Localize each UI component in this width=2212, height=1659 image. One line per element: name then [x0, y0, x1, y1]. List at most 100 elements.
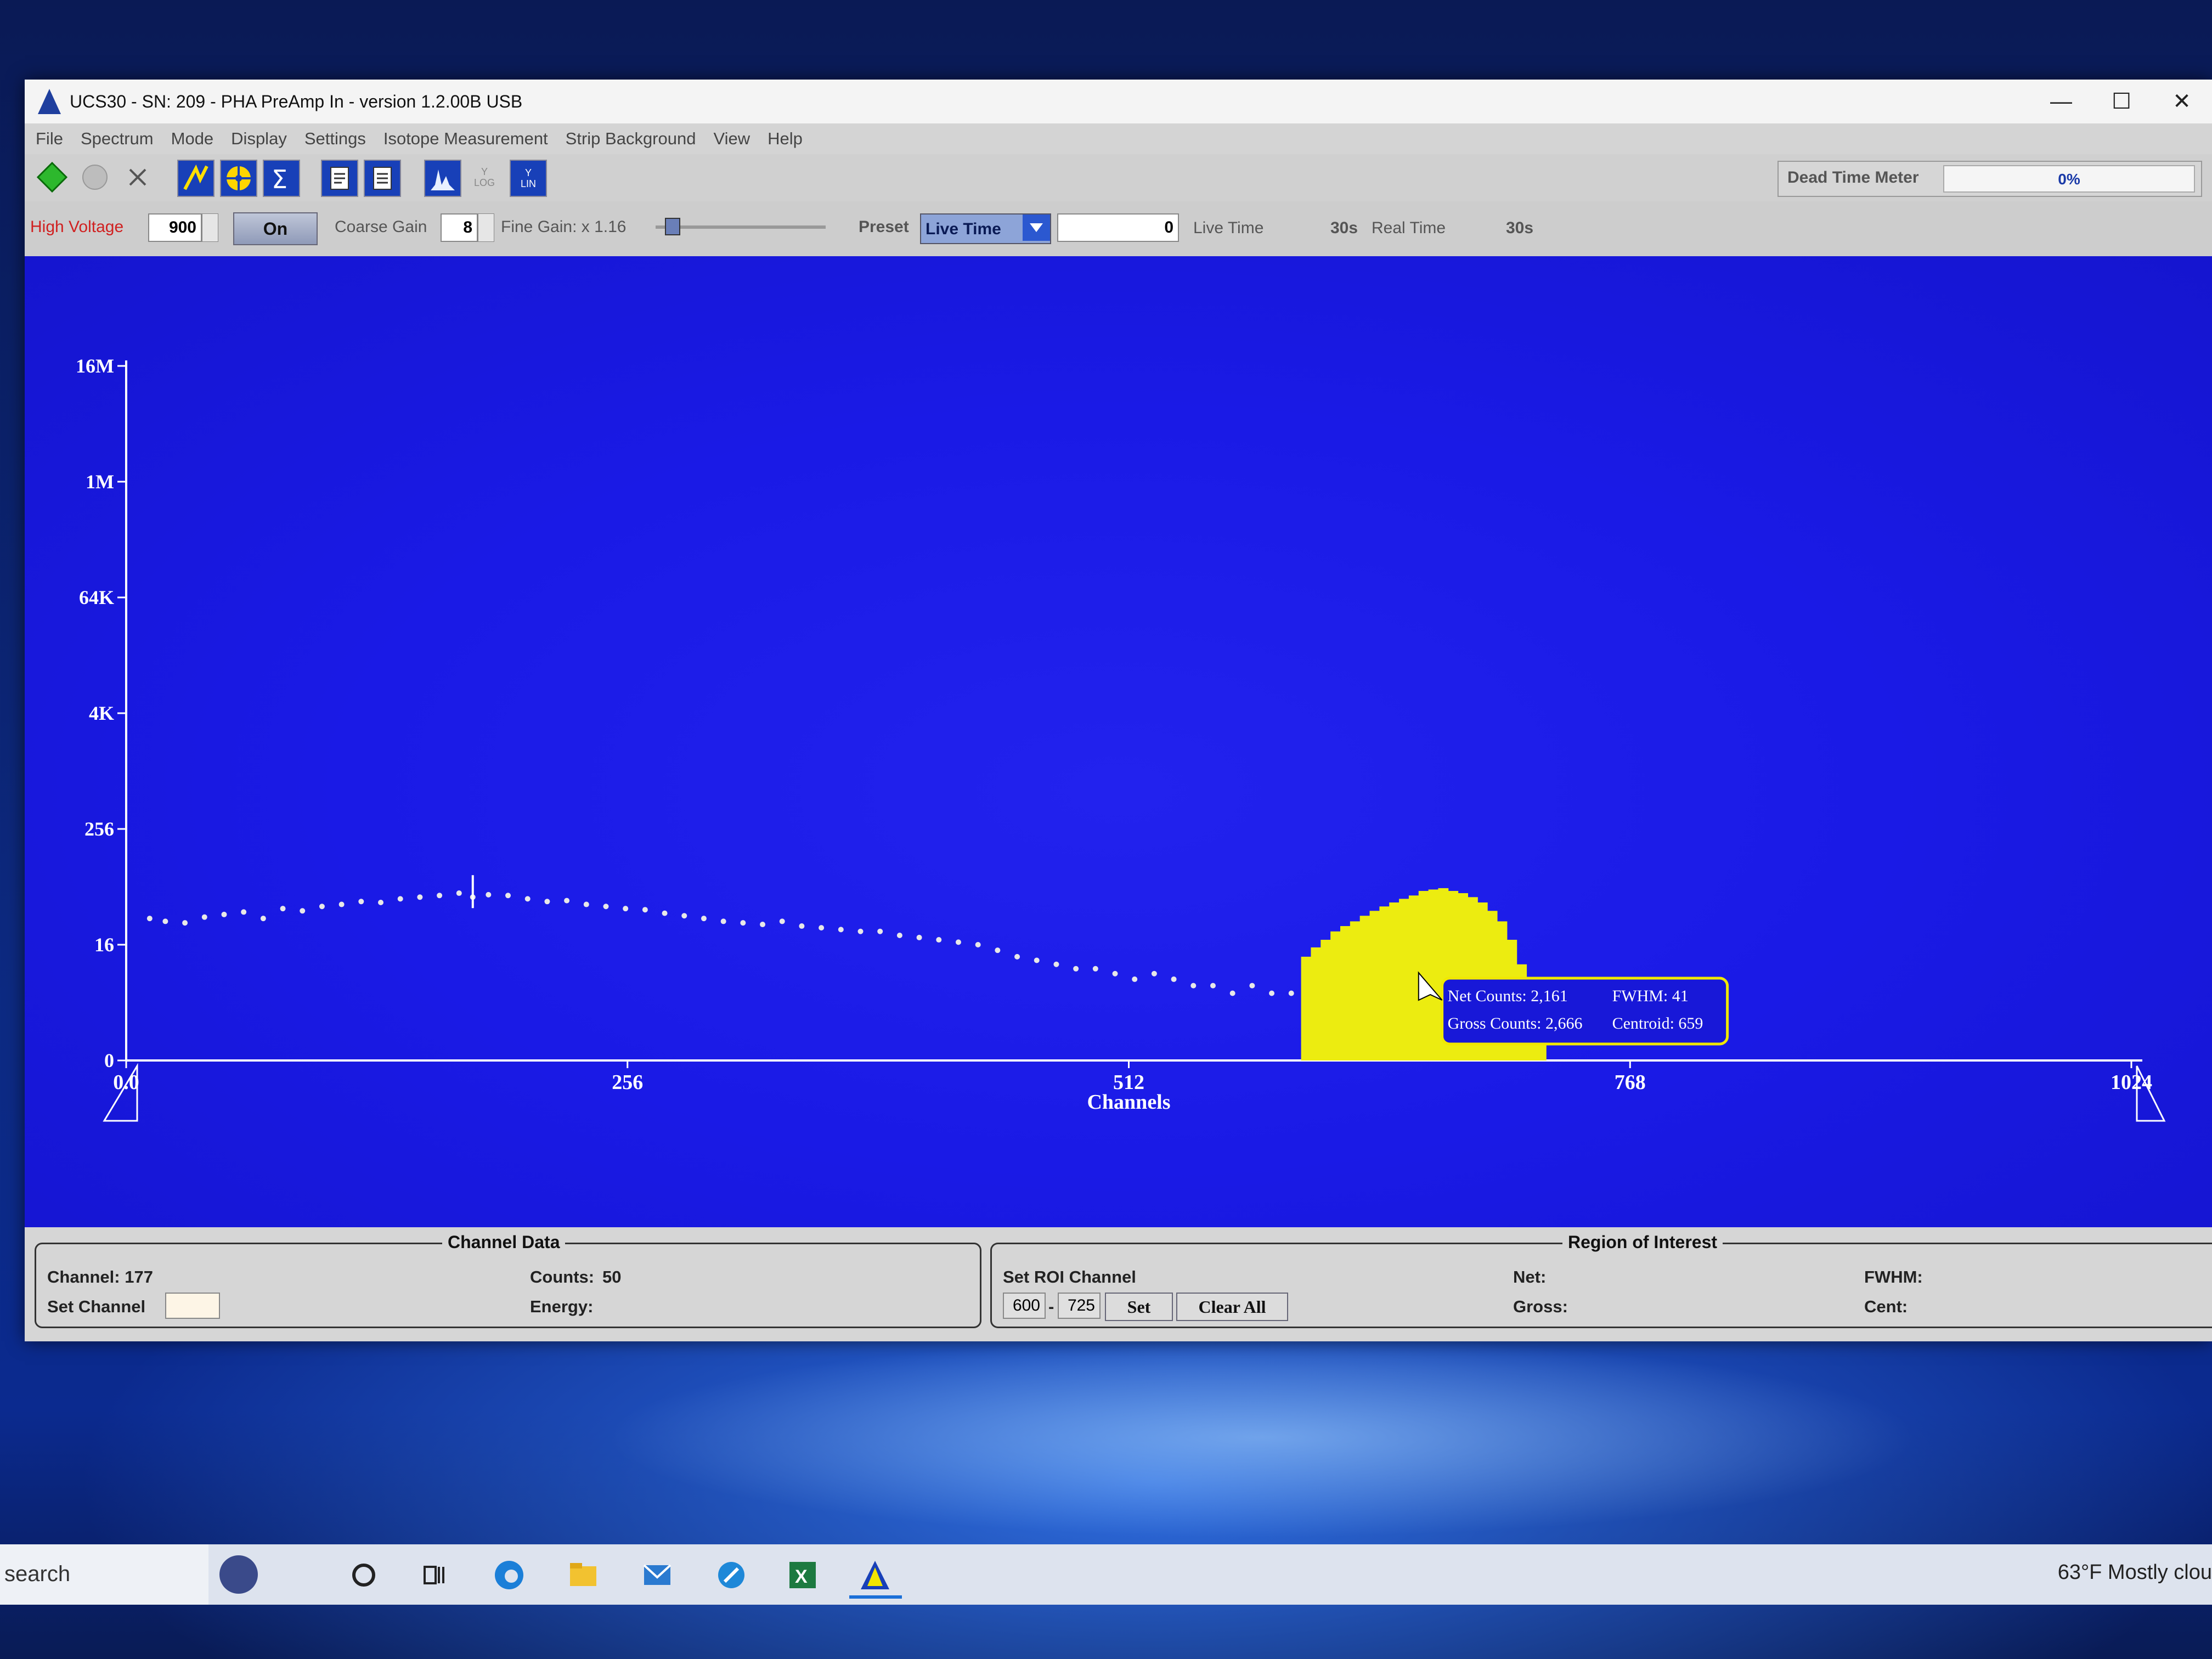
excel-icon[interactable]: X: [785, 1557, 821, 1593]
data-point: [995, 947, 1001, 953]
taskbar-search-text: search: [4, 1562, 71, 1586]
spectrum-chart-area[interactable]: 0 16 256 4K 64K 1M 16M 0.0 256 512 768 1024 Channels…: [25, 256, 2212, 1227]
data-point: [740, 920, 746, 926]
data-point: [819, 925, 825, 931]
roi-title: Region of Interest: [1562, 1232, 1723, 1252]
roi-fwhm-label: FWHM:: [1864, 1267, 1923, 1286]
menu-help[interactable]: Help: [768, 129, 803, 149]
high-voltage-input[interactable]: 900: [148, 213, 202, 242]
task-view-icon[interactable]: [417, 1557, 453, 1593]
spectrum-icon: [431, 170, 455, 190]
set-channel-input[interactable]: [165, 1293, 220, 1319]
data-point: [437, 893, 443, 899]
maximize-button[interactable]: ☐: [2091, 80, 2152, 123]
data-point: [417, 894, 423, 900]
fine-gain-thumb[interactable]: [665, 218, 680, 235]
data-point: [241, 909, 247, 915]
open-file-button[interactable]: [321, 160, 358, 197]
menu-file[interactable]: File: [36, 129, 63, 149]
menu-settings[interactable]: Settings: [304, 129, 366, 149]
preset-select[interactable]: Live Time: [920, 213, 1051, 244]
set-roi-label: Set ROI Channel: [1003, 1267, 1136, 1286]
roi-bar: [1330, 931, 1341, 1060]
data-point: [975, 942, 981, 947]
roi-set-button[interactable]: Set: [1105, 1293, 1173, 1321]
counts-value: 50: [602, 1267, 622, 1286]
data-point: [1171, 976, 1177, 982]
dead-time-label: Dead Time Meter: [1787, 168, 1919, 187]
y-tick-label: 16M: [76, 355, 114, 377]
calibrate-button[interactable]: [177, 160, 215, 197]
menu-display[interactable]: Display: [231, 129, 287, 149]
roi-end-input[interactable]: 725: [1058, 1293, 1101, 1319]
data-point: [720, 918, 726, 924]
data-point: [1053, 961, 1059, 967]
dead-time-value: 0%: [2058, 171, 2080, 188]
roi-dash: -: [1048, 1297, 1054, 1316]
roi-bar: [1301, 956, 1312, 1060]
weather-widget[interactable]: 63°F Mostly clou: [2058, 1561, 2212, 1584]
close-button[interactable]: ✕: [2152, 80, 2212, 123]
mail-icon[interactable]: [639, 1557, 675, 1593]
search-highlight-icon: [219, 1555, 258, 1594]
ucs30-app-icon[interactable]: [857, 1557, 893, 1593]
preset-dropdown-button[interactable]: [1023, 215, 1050, 241]
data-point: [146, 916, 153, 922]
preset-amount-input[interactable]: 0: [1057, 213, 1179, 242]
data-point: [358, 899, 364, 905]
data-point: [681, 913, 687, 919]
sum-icon: Σ: [272, 165, 287, 194]
cortana-icon[interactable]: [346, 1557, 382, 1593]
settings-icon[interactable]: [713, 1557, 749, 1593]
channel-label: Channel: 177: [47, 1267, 153, 1286]
hv-on-button[interactable]: On: [233, 212, 318, 245]
lin-scale-button[interactable]: Y LIN: [510, 160, 547, 197]
menu-strip-background[interactable]: Strip Background: [566, 129, 696, 149]
save-file-button[interactable]: [364, 160, 401, 197]
data-point: [564, 898, 570, 904]
data-point: [1132, 976, 1138, 982]
high-voltage-label: High Voltage: [30, 218, 124, 236]
data-point: [1112, 970, 1118, 977]
data-point: [1249, 983, 1255, 989]
coarse-gain-input[interactable]: 8: [441, 213, 478, 242]
menu-mode[interactable]: Mode: [171, 129, 214, 149]
coarse-gain-stepper[interactable]: [478, 213, 494, 242]
sum-button[interactable]: Σ: [263, 160, 300, 197]
high-voltage-stepper[interactable]: [202, 213, 218, 242]
stop-button[interactable]: [77, 160, 112, 195]
spectrum-chart[interactable]: 0162564K64K1M16M0.0 256 512 768 1024Channels…: [25, 256, 2212, 1227]
data-point: [603, 904, 609, 910]
menu-bar: File Spectrum Mode Display Settings Isot…: [25, 123, 2212, 154]
data-point: [221, 911, 227, 917]
menu-spectrum[interactable]: Spectrum: [81, 129, 154, 149]
taskbar-search-box[interactable]: search: [0, 1544, 258, 1605]
data-point: [486, 891, 492, 898]
isotope-button[interactable]: [220, 160, 257, 197]
window-title: UCS30 - SN: 209 - PHA PreAmp In - versio…: [70, 91, 523, 111]
svg-text:X: X: [795, 1566, 808, 1587]
data-point: [623, 906, 629, 912]
roi-bar: [1311, 947, 1322, 1060]
spectrum-button[interactable]: [424, 160, 461, 197]
calibrate-icon: [183, 164, 208, 190]
fine-gain-slider[interactable]: [656, 218, 826, 235]
roi-bar: [1428, 889, 1439, 1060]
menu-view[interactable]: View: [713, 129, 750, 149]
data-point: [182, 920, 188, 926]
clear-icon: [129, 168, 146, 186]
start-button[interactable]: [35, 160, 70, 195]
file-explorer-icon[interactable]: [565, 1557, 601, 1593]
menu-isotope-measurement[interactable]: Isotope Measurement: [383, 129, 548, 149]
minimize-button[interactable]: —: [2031, 80, 2091, 123]
data-point: [280, 906, 286, 912]
log-scale-button[interactable]: Y LOG: [467, 160, 502, 195]
clear-button[interactable]: [120, 160, 155, 195]
taskbar: search 63°F Mostly clou: [0, 1544, 2212, 1605]
dead-time-meter: Dead Time Meter 0%: [1778, 161, 2202, 197]
roi-clear-all-button[interactable]: Clear All: [1176, 1293, 1288, 1321]
data-point: [162, 918, 168, 924]
roi-start-input[interactable]: 600: [1003, 1293, 1046, 1319]
edge-icon[interactable]: [491, 1557, 527, 1593]
y-tick-label: 64K: [79, 586, 114, 608]
